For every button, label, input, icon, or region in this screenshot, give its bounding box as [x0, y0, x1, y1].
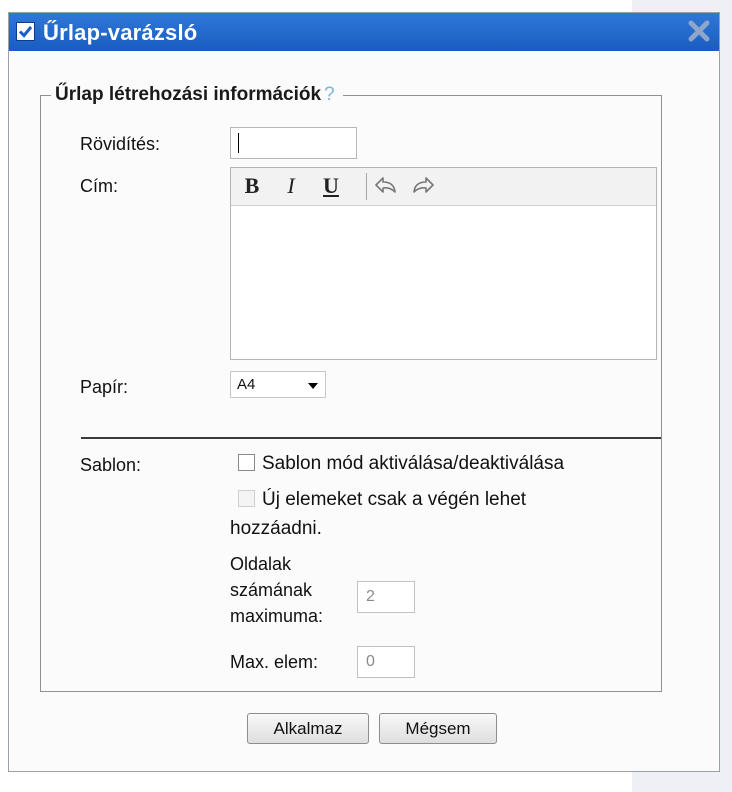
max-pages-label-line1: Oldalak: [230, 554, 292, 574]
editor-content-area[interactable]: [231, 206, 656, 359]
append-only-label-line2: hozzáadni.: [230, 518, 322, 539]
section-title: Űrlap létrehozási információk: [55, 84, 322, 105]
redo-icon[interactable]: [409, 172, 437, 200]
window-title: Űrlap-varázsló: [43, 20, 198, 45]
title-bar[interactable]: Űrlap-varázsló: [9, 13, 719, 51]
template-mode-checkbox[interactable]: [238, 454, 255, 471]
paper-select[interactable]: A4: [230, 371, 326, 398]
abbreviation-input[interactable]: [230, 127, 357, 159]
abbreviation-label: Rövidítés:: [80, 134, 161, 154]
close-icon[interactable]: [685, 17, 713, 45]
undo-icon[interactable]: [372, 172, 400, 200]
max-elem-label: Max. elem:: [230, 652, 319, 672]
toolbar-divider: [366, 173, 367, 200]
apply-button[interactable]: Alkalmaz: [247, 713, 369, 744]
max-pages-label-line2: számának: [230, 580, 313, 600]
paper-label: Papír:: [80, 377, 129, 397]
title-editor: B I U: [230, 167, 657, 360]
append-only-label-line1: Új elemeket csak a végén lehet: [262, 489, 527, 510]
chevron-down-icon: [308, 383, 318, 389]
max-pages-label-line3: maximuma:: [230, 606, 324, 626]
append-only-checkbox[interactable]: [238, 490, 255, 507]
editor-toolbar: B I U: [231, 168, 656, 206]
section-divider: [81, 437, 661, 439]
cancel-button[interactable]: Mégsem: [379, 713, 497, 744]
checkbox-icon: [16, 22, 35, 41]
title-label: Cím:: [80, 176, 118, 196]
italic-button[interactable]: I: [281, 172, 301, 200]
paper-selected-value: A4: [237, 376, 256, 393]
section-legend: Űrlap létrehozási információk?: [51, 84, 343, 106]
template-mode-label: Sablon mód aktiválása/deaktiválása: [262, 453, 565, 474]
max-pages-input[interactable]: 2: [357, 581, 415, 613]
help-icon[interactable]: ?: [324, 84, 335, 105]
underline-button[interactable]: U: [318, 172, 344, 200]
template-label: Sablon:: [80, 455, 142, 475]
text-caret: [238, 133, 239, 153]
max-elem-input[interactable]: 0: [357, 646, 415, 678]
bold-button[interactable]: B: [239, 172, 265, 200]
